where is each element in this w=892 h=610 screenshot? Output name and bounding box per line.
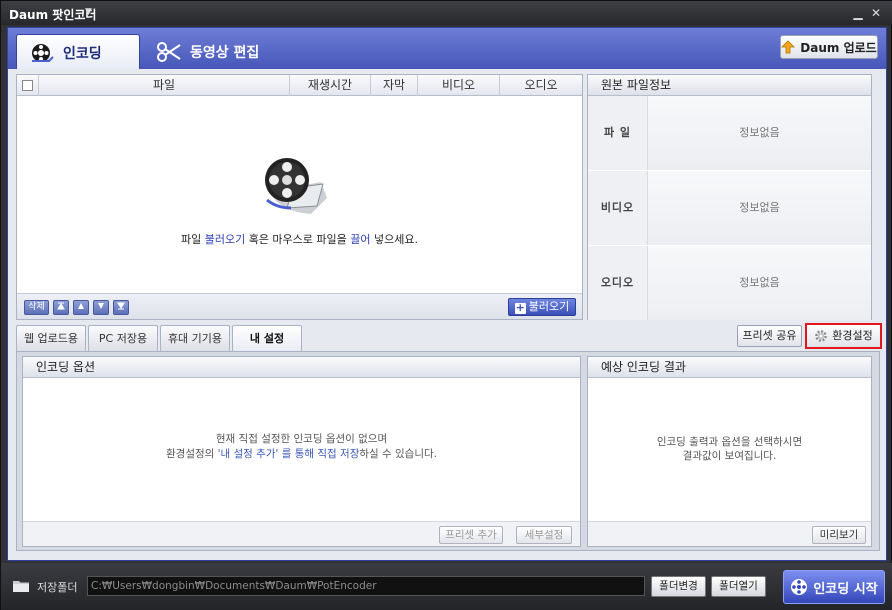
file-list-panel: 파일 재생시간 자막 비디오 오디오 파일 불러오기 혹은 마우스로 파일을 끌… xyxy=(16,74,583,320)
encoding-options-title: 인코딩 옵션 xyxy=(23,357,580,378)
up-arrow-icon xyxy=(781,40,796,54)
encoding-options-panel: 인코딩 옵션 현재 직접 설정한 인코딩 옵션이 없으며 환경설정의 '내 설정… xyxy=(22,356,581,547)
bottom-bar: 저장폴더 C:₩Users₩dongbin₩Documents₩Daum₩Pot… xyxy=(1,563,892,610)
select-all-checkbox[interactable] xyxy=(22,80,33,91)
result-message-line1: 인코딩 출력과 옵션을 선택하시면 xyxy=(656,436,803,448)
drop-text-part3: 넣으세요. xyxy=(370,233,419,246)
options-message-line1: 현재 직접 설정한 인코딩 옵션이 없으며 xyxy=(215,433,388,445)
gear-icon xyxy=(815,330,828,342)
tab-my-settings[interactable]: 내 설정 xyxy=(232,325,302,351)
change-folder-button[interactable]: 폴더변경 xyxy=(651,576,706,597)
expected-result-panel: 예상 인코딩 결과 인코딩 출력과 옵션을 선택하시면 결과값이 보여집니다. … xyxy=(587,356,872,547)
drop-text-part1: 파일 xyxy=(180,233,205,246)
move-up-icon xyxy=(78,303,84,309)
drag-link: 끌어 xyxy=(350,233,371,246)
tab-mobile-device[interactable]: 휴대 기기용 xyxy=(160,325,230,351)
info-row-audio: 오디오 정보없음 xyxy=(588,246,871,320)
move-down-button[interactable] xyxy=(93,300,109,315)
select-all-cell xyxy=(17,75,39,96)
preview-button[interactable]: 미리보기 xyxy=(812,526,866,544)
film-reel-icon xyxy=(791,579,808,595)
daum-upload-button[interactable]: Daum 업로드 xyxy=(780,35,878,59)
delete-button[interactable]: 삭제 xyxy=(24,300,49,315)
encoding-options-footer: 프리셋 추가 세부설정 xyxy=(23,521,580,546)
options-message-line2: 환경설정의 '내 설정 추가' 를 통해 직접 저장하실 수 있습니다. xyxy=(23,447,580,462)
source-info-title: 원본 파일정보 xyxy=(588,75,871,96)
options-message-post: 하실 수 있습니다. xyxy=(359,448,437,460)
expected-result-message: 인코딩 출력과 옵션을 선택하시면 결과값이 보여집니다. xyxy=(588,435,871,463)
title-bar: Daum 팟인코더 ▼ ▁ ✕ xyxy=(1,1,892,25)
save-path-field[interactable]: C:₩Users₩dongbin₩Documents₩Daum₩PotEncod… xyxy=(87,576,645,596)
window-title: Daum 팟인코더 xyxy=(9,8,97,22)
options-message-highlight: '내 설정 추가' 를 통해 직접 저장 xyxy=(217,448,360,460)
move-up-button[interactable] xyxy=(73,300,89,315)
move-top-icon xyxy=(57,302,65,310)
expected-result-title: 예상 인코딩 결과 xyxy=(588,357,871,378)
column-video[interactable]: 비디오 xyxy=(418,75,500,96)
info-label-file: 파 일 xyxy=(588,96,648,170)
settings-label: 환경설정 xyxy=(832,329,873,342)
load-link[interactable]: 불러오기 xyxy=(205,233,245,246)
move-top-button[interactable] xyxy=(53,300,69,315)
info-label-video: 비디오 xyxy=(588,171,648,245)
minimize-icon[interactable]: ▁ xyxy=(851,6,865,20)
encoding-options-message: 현재 직접 설정한 인코딩 옵션이 없으며 환경설정의 '내 설정 추가' 를 … xyxy=(23,432,580,462)
source-info-panel: 원본 파일정보 파 일 정보없음 비디오 정보없음 오디오 정보없음 xyxy=(587,74,872,320)
film-reel-icon xyxy=(32,43,54,62)
save-folder-label: 저장폴더 xyxy=(37,581,78,594)
daum-upload-label: Daum 업로드 xyxy=(800,40,877,55)
drop-text-part2: 혹은 마우스로 파일을 xyxy=(245,233,351,246)
file-list-footer: 삭제 + 불러오기 xyxy=(17,293,582,319)
move-bottom-button[interactable] xyxy=(113,300,129,315)
app-window: Daum 팟인코더 ▼ ▁ ✕ 인코딩 동영상 편집 Daum 업로드 파일 재… xyxy=(0,0,892,610)
start-encoding-button[interactable]: 인코딩 시작 xyxy=(783,570,885,604)
film-reel-icon xyxy=(265,158,327,214)
main-toolbar: 인코딩 동영상 편집 Daum 업로드 xyxy=(7,27,887,70)
load-files-label: 불러오기 xyxy=(528,300,570,313)
chevron-down-icon[interactable]: ▼ xyxy=(85,7,92,17)
column-file[interactable]: 파일 xyxy=(39,75,290,96)
plus-icon: + xyxy=(514,301,526,314)
info-value-audio: 정보없음 xyxy=(648,246,871,320)
close-icon[interactable]: ✕ xyxy=(869,6,883,20)
expected-result-footer: 미리보기 xyxy=(588,521,871,546)
column-duration[interactable]: 재생시간 xyxy=(290,75,371,96)
load-files-button[interactable]: + 불러오기 xyxy=(508,298,576,316)
start-encoding-label: 인코딩 시작 xyxy=(813,581,878,597)
tab-pc-storage[interactable]: PC 저장용 xyxy=(88,325,158,351)
add-preset-button[interactable]: 프리셋 추가 xyxy=(439,526,503,544)
settings-button[interactable]: 환경설정 xyxy=(805,323,882,349)
open-folder-button[interactable]: 폴더열기 xyxy=(711,576,766,597)
detail-settings-button[interactable]: 세부설정 xyxy=(516,526,572,544)
options-message-pre: 환경설정의 xyxy=(166,448,218,460)
tab-encoding-label: 인코딩 xyxy=(63,45,102,62)
info-label-audio: 오디오 xyxy=(588,246,648,320)
file-list-header: 파일 재생시간 자막 비디오 오디오 xyxy=(17,75,582,96)
result-message-line2: 결과값이 보여집니다. xyxy=(682,450,777,462)
column-subtitle[interactable]: 자막 xyxy=(371,75,418,96)
drop-instruction: 파일 불러오기 혹은 마우스로 파일을 끌어 넣으세요. xyxy=(17,231,582,247)
tab-video-edit-label: 동영상 편집 xyxy=(190,45,260,61)
scissors-icon xyxy=(157,42,181,62)
main-content: 파일 재생시간 자막 비디오 오디오 파일 불러오기 혹은 마우스로 파일을 끌… xyxy=(7,69,887,561)
move-down-icon xyxy=(98,303,104,309)
column-audio[interactable]: 오디오 xyxy=(500,75,582,96)
move-bottom-icon xyxy=(117,302,125,310)
preset-share-button[interactable]: 프리셋 공유 xyxy=(737,325,802,347)
info-row-video: 비디오 정보없음 xyxy=(588,171,871,245)
info-value-file: 정보없음 xyxy=(648,96,871,170)
file-drop-zone[interactable]: 파일 불러오기 혹은 마우스로 파일을 끌어 넣으세요. xyxy=(17,96,582,293)
tab-encoding[interactable]: 인코딩 xyxy=(16,34,140,70)
info-row-file: 파 일 정보없음 xyxy=(588,96,871,170)
folder-icon xyxy=(13,581,29,592)
tab-video-edit[interactable]: 동영상 편집 xyxy=(144,34,284,70)
tab-web-upload[interactable]: 웹 업로드용 xyxy=(16,325,86,351)
info-value-video: 정보없음 xyxy=(648,171,871,245)
